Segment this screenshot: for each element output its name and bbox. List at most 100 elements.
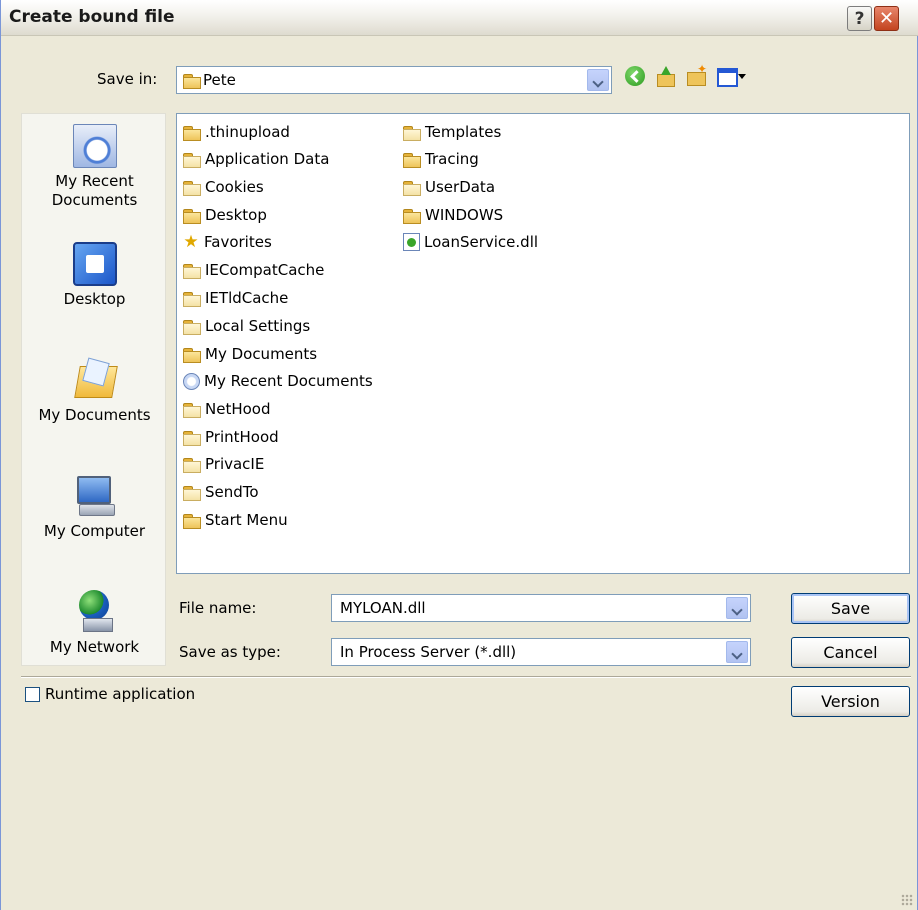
save-as-type-dropdown[interactable]: In Process Server (*.dll) [331, 638, 751, 666]
list-item-label: SendTo [205, 483, 259, 501]
list-item[interactable]: Cookies [183, 177, 264, 197]
chevron-down-icon[interactable] [587, 69, 609, 91]
folder-icon [183, 152, 201, 168]
folder-icon [183, 319, 201, 335]
save-in-dropdown[interactable]: Pete [176, 66, 612, 94]
list-item-label: My Recent Documents [204, 372, 373, 390]
list-item-label: Tracing [425, 150, 479, 168]
list-item-label: Templates [425, 123, 502, 141]
list-item-label: IECompatCache [205, 261, 325, 279]
list-item[interactable]: UserData [403, 177, 495, 197]
list-item-label: PrivacIE [205, 455, 265, 473]
title-bar[interactable]: Create bound file ? ✕ [1, 0, 918, 36]
folder-icon [183, 125, 201, 141]
list-item[interactable]: PrintHood [183, 427, 279, 447]
file-name-field[interactable]: MYLOAN.dll [331, 594, 751, 622]
file-name-value: MYLOAN.dll [340, 599, 426, 617]
separator [21, 676, 911, 678]
folder-icon [183, 430, 201, 446]
list-item-label: LoanService.dll [424, 233, 539, 251]
place-desktop[interactable]: Desktop [22, 242, 167, 309]
save-button[interactable]: Save [791, 593, 910, 624]
runtime-application-label: Runtime application [45, 685, 196, 703]
close-button[interactable]: ✕ [874, 6, 899, 31]
place-my-computer[interactable]: My Computer [22, 474, 167, 541]
place-my-network[interactable]: My Network [22, 590, 167, 657]
version-button[interactable]: Version [791, 686, 910, 717]
place-label: My Network [49, 638, 140, 656]
list-item-label: Application Data [205, 150, 330, 168]
list-item[interactable]: ★ Favorites [182, 231, 272, 252]
list-item[interactable]: PrivacIE [183, 454, 264, 474]
list-item[interactable]: SendTo [183, 482, 259, 502]
folder-icon [183, 180, 201, 196]
recent-documents-icon [183, 372, 200, 390]
folder-icon [183, 263, 201, 279]
cancel-button[interactable]: Cancel [791, 637, 910, 668]
list-item[interactable]: Local Settings [183, 316, 310, 336]
toolbar [625, 62, 746, 87]
file-list[interactable]: .thinupload Application Data Cookies Des… [176, 113, 910, 574]
list-item-label: PrintHood [205, 428, 279, 446]
list-item[interactable]: Desktop [183, 205, 267, 225]
chevron-down-icon[interactable] [726, 597, 748, 619]
chevron-down-icon[interactable] [726, 641, 748, 663]
list-item[interactable]: .thinupload [183, 122, 290, 142]
my-documents-icon [73, 358, 117, 402]
save-in-label: Save in: [97, 70, 158, 88]
file-name-label: File name: [179, 599, 257, 617]
place-my-documents[interactable]: My Documents [22, 358, 167, 425]
runtime-application-checkbox[interactable] [25, 687, 40, 702]
place-label: My Documents [38, 406, 151, 424]
folder-icon [183, 74, 201, 89]
places-bar: My Recent Documents Desktop My Documents… [21, 113, 166, 666]
views-menu-icon[interactable] [717, 66, 746, 87]
list-item-label: UserData [425, 178, 496, 196]
save-in-value: Pete [203, 71, 236, 89]
list-item-label: IETldCache [205, 289, 289, 307]
dialog-title: Create bound file [9, 7, 175, 27]
folder-icon [403, 125, 421, 141]
list-item-label: Cookies [205, 178, 264, 196]
list-item-label: Desktop [205, 206, 267, 224]
star-icon: ★ [183, 231, 199, 252]
list-item[interactable]: WINDOWS [403, 205, 503, 225]
list-item[interactable]: Application Data [183, 149, 329, 169]
save-as-type-value: In Process Server (*.dll) [340, 643, 517, 661]
list-item-label: Favorites [204, 233, 272, 251]
save-as-type-label: Save as type: [179, 643, 281, 661]
folder-icon [183, 402, 201, 418]
place-label: Desktop [63, 290, 126, 308]
resize-grip-icon[interactable] [901, 894, 913, 906]
list-item[interactable]: Start Menu [183, 510, 288, 530]
list-item[interactable]: NetHood [183, 399, 271, 419]
folder-icon [183, 208, 201, 224]
list-item[interactable]: My Documents [183, 344, 317, 364]
place-my-recent-documents[interactable]: My Recent Documents [22, 124, 167, 210]
list-item[interactable]: LoanService.dll [403, 232, 538, 252]
list-item[interactable]: My Recent Documents [183, 371, 373, 391]
my-network-icon [73, 590, 117, 634]
folder-icon [183, 291, 201, 307]
list-item-label: Local Settings [205, 317, 311, 335]
list-item[interactable]: Templates [403, 122, 501, 142]
new-folder-icon[interactable] [685, 62, 707, 86]
folder-icon [183, 347, 201, 363]
create-bound-file-dialog: Create bound file ? ✕ Save in: Pete My R… [0, 0, 918, 910]
folder-icon [183, 485, 201, 501]
folder-icon [403, 152, 421, 168]
back-icon[interactable] [625, 66, 645, 86]
list-item[interactable]: IETldCache [183, 288, 288, 308]
my-computer-icon [73, 474, 117, 518]
list-item[interactable]: IECompatCache [183, 260, 324, 280]
folder-icon [403, 208, 421, 224]
up-one-level-icon[interactable] [655, 66, 675, 87]
help-button[interactable]: ? [847, 6, 872, 31]
place-label: My Computer [43, 522, 146, 540]
list-item[interactable]: Tracing [403, 149, 479, 169]
place-label: My Recent Documents [51, 172, 138, 209]
list-item-label: Start Menu [205, 511, 288, 529]
list-item-label: NetHood [205, 400, 271, 418]
list-item-label: .thinupload [205, 123, 290, 141]
folder-icon [183, 513, 201, 529]
